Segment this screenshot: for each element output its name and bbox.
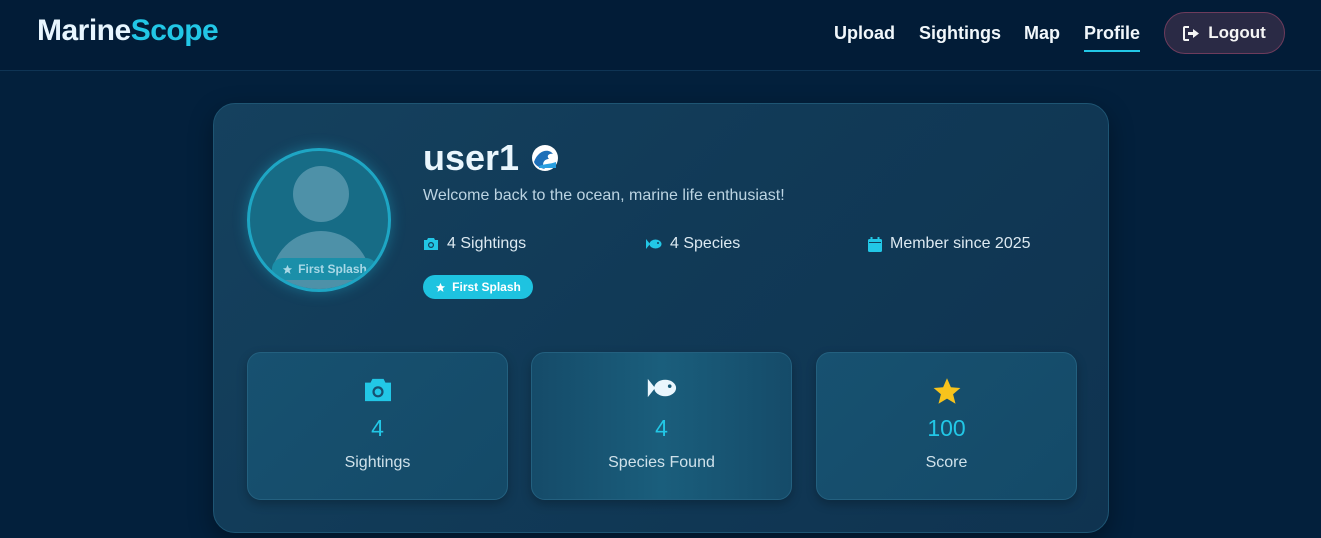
profile-card: First Splash user1 Welcome back to the o… [213, 103, 1109, 533]
logout-button[interactable]: Logout [1164, 12, 1285, 54]
meta-sightings-text: 4 Sightings [447, 235, 527, 252]
meta-species: 4 Species [645, 235, 740, 253]
logout-icon [1183, 25, 1200, 41]
stat-label: Species Found [608, 454, 715, 471]
camera-icon [424, 238, 438, 250]
profile-username: user1 [423, 137, 559, 179]
nav-profile[interactable]: Profile [1084, 22, 1141, 52]
meta-species-text: 4 Species [670, 235, 741, 252]
star-icon [436, 282, 446, 292]
stat-label: Sightings [344, 454, 411, 471]
stat-value: 4 [371, 415, 384, 441]
nav-map[interactable]: Map [1024, 22, 1060, 50]
username-text: user1 [423, 137, 520, 178]
avatar-badge-label: First Splash [298, 262, 367, 276]
star-icon [283, 264, 293, 274]
stat-card-species: 4 Species Found [531, 352, 792, 500]
stat-label: Score [925, 454, 968, 471]
star-icon [933, 378, 960, 404]
stat-value: 4 [655, 415, 668, 441]
fish-icon [646, 239, 662, 249]
top-navbar: MarineScope Upload Sightings Map Profile… [0, 0, 1321, 71]
nav-sightings[interactable]: Sightings [919, 22, 1001, 50]
stat-card-sightings: 4 Sightings [247, 352, 508, 500]
fish-icon [647, 378, 677, 398]
avatar-head [293, 166, 349, 222]
nav-upload[interactable]: Upload [834, 22, 895, 50]
brand-part-marine: Marine [37, 14, 131, 47]
stat-value: 100 [927, 415, 966, 441]
brand-part-scope: Scope [130, 14, 219, 47]
meta-sightings: 4 Sightings [423, 235, 526, 253]
avatar: First Splash [247, 148, 391, 292]
meta-member-text: Member since 2025 [890, 235, 1031, 252]
brand-logo[interactable]: MarineScope [37, 14, 219, 48]
badge-pill-label: First Splash [452, 280, 521, 294]
wave-icon [532, 145, 559, 171]
welcome-message: Welcome back to the ocean, marine life e… [423, 187, 785, 204]
stat-card-score: 100 Score [816, 352, 1077, 500]
camera-icon [364, 378, 391, 402]
calendar-icon [868, 236, 882, 252]
meta-member-since: Member since 2025 [868, 235, 1031, 253]
logout-label: Logout [1208, 23, 1266, 42]
avatar-badge: First Splash [272, 258, 377, 280]
badge-pill: First Splash [423, 275, 533, 299]
